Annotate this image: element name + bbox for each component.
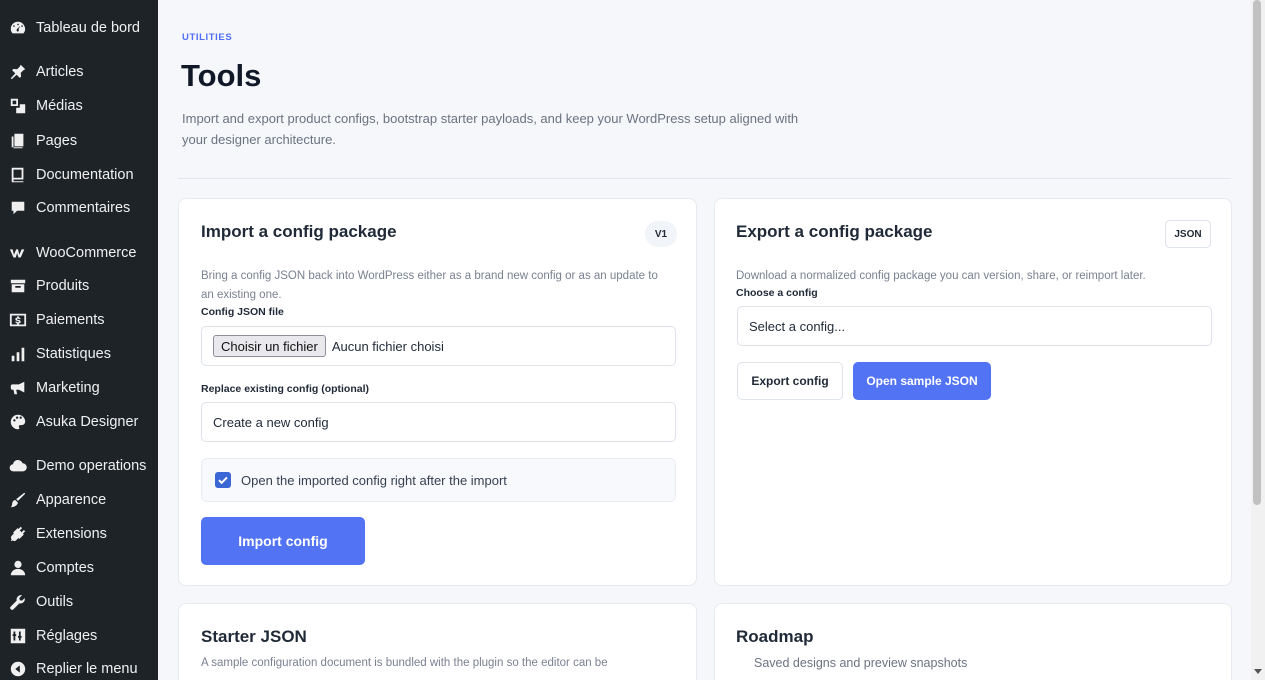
archive-icon: [8, 276, 28, 296]
config-file-input[interactable]: Choisir un fichier Aucun fichier choisi: [201, 326, 676, 366]
import-config-card: Import a config package V1 Bring a confi…: [178, 198, 697, 586]
palette-icon: [8, 412, 28, 432]
header-divider: [178, 178, 1231, 179]
dashboard-icon: [8, 18, 28, 38]
sidebar-item-comptes[interactable]: Comptes: [0, 553, 158, 583]
cloud-icon: [8, 456, 28, 476]
sidebar-item-label: Tableau de bord: [36, 20, 140, 36]
sidebar-item-demo-operations[interactable]: Demo operations: [0, 451, 158, 481]
choose-config-value: Select a config...: [749, 318, 846, 334]
sidebar-item-documentation[interactable]: Documentation: [0, 160, 158, 190]
bar-chart-icon: [8, 344, 28, 364]
open-after-import-label: Open the imported config right after the…: [241, 472, 507, 488]
sidebar-item-produits[interactable]: Produits: [0, 271, 158, 301]
woocommerce-icon: [8, 243, 28, 263]
sidebar-item-label: Demo operations: [36, 458, 147, 474]
starter-json-card: Starter JSON A sample configuration docu…: [178, 603, 697, 680]
card-title: Roadmap: [736, 627, 814, 646]
sidebar-item-reglages[interactable]: Réglages: [0, 621, 158, 651]
format-badge: JSON: [1165, 220, 1211, 248]
sidebar-item-paiements[interactable]: Paiements: [0, 305, 158, 335]
replace-config-label: Replace existing config (optional): [201, 383, 370, 395]
sidebar-item-commentaires[interactable]: Commentaires: [0, 193, 158, 223]
open-sample-json-button[interactable]: Open sample JSON: [853, 362, 991, 400]
pin-icon: [8, 62, 28, 82]
sidebar-item-woocommerce[interactable]: WooCommerce: [0, 238, 158, 268]
sidebar-item-label: Documentation: [36, 167, 134, 183]
user-icon: [8, 558, 28, 578]
sidebar-item-asuka-designer[interactable]: Asuka Designer: [0, 407, 158, 437]
sidebar-item-pages[interactable]: Pages: [0, 126, 158, 156]
replace-config-value: Create a new config: [213, 414, 329, 430]
roadmap-card: Roadmap Saved designs and preview snapsh…: [714, 603, 1232, 680]
sidebar-item-label: Articles: [36, 64, 84, 80]
sidebar-item-label: Marketing: [36, 380, 100, 396]
collapse-menu-button[interactable]: Replier le menu: [0, 654, 158, 680]
scroll-down-arrow-icon[interactable]: [1254, 669, 1262, 674]
sidebar-item-label: Apparence: [36, 492, 107, 508]
brush-icon: [8, 490, 28, 510]
open-after-import-option[interactable]: Open the imported config right after the…: [201, 458, 676, 502]
version-badge: V1: [645, 221, 677, 247]
sidebar-item-apparence[interactable]: Apparence: [0, 485, 158, 515]
admin-sidebar: Tableau de bord Articles Médias Pages Do…: [0, 0, 158, 680]
sidebar-item-marketing[interactable]: Marketing: [0, 373, 158, 403]
sidebar-item-label: Asuka Designer: [36, 414, 139, 430]
main-content: UTILITIES Tools Import and export produc…: [158, 0, 1251, 680]
book-icon: [8, 165, 28, 185]
sidebar-item-outils[interactable]: Outils: [0, 587, 158, 617]
card-title: Starter JSON: [201, 627, 307, 646]
sidebar-item-label: Commentaires: [36, 200, 131, 216]
media-icon: [8, 96, 28, 116]
sidebar-item-extensions[interactable]: Extensions: [0, 519, 158, 549]
sidebar-item-articles[interactable]: Articles: [0, 57, 158, 87]
sidebar-item-label: Paiements: [36, 312, 105, 328]
plug-icon: [8, 524, 28, 544]
choose-config-label: Choose a config: [736, 287, 818, 299]
export-config-card: Export a config package JSON Download a …: [714, 198, 1232, 586]
sidebar-item-dashboard[interactable]: Tableau de bord: [0, 13, 158, 43]
sidebar-item-label: Produits: [36, 278, 90, 294]
open-after-import-checkbox[interactable]: [215, 472, 231, 488]
choose-file-button[interactable]: Choisir un fichier: [213, 335, 326, 357]
export-config-button[interactable]: Export config: [737, 362, 843, 400]
sidebar-item-label: Replier le menu: [36, 661, 138, 677]
card-description: A sample configuration document is bundl…: [201, 657, 608, 669]
sidebar-item-label: Comptes: [36, 560, 95, 576]
page-description: Import and export product configs, boots…: [182, 111, 799, 147]
sidebar-item-label: Outils: [36, 594, 74, 610]
wrench-icon: [8, 592, 28, 612]
page-title: Tools: [181, 58, 262, 93]
sidebar-item-statistiques[interactable]: Statistiques: [0, 339, 158, 369]
card-title: Import a config package: [201, 222, 397, 241]
sidebar-item-label: Statistiques: [36, 346, 111, 362]
settings-sliders-icon: [8, 626, 28, 646]
vertical-scrollbar[interactable]: [1251, 0, 1265, 680]
sidebar-item-label: WooCommerce: [36, 245, 137, 261]
pages-icon: [8, 131, 28, 151]
sidebar-item-label: Réglages: [36, 628, 98, 644]
megaphone-icon: [8, 378, 28, 398]
card-description: Download a normalized config package you…: [736, 270, 1146, 282]
import-config-button[interactable]: Import config: [201, 517, 365, 565]
dollar-icon: [8, 310, 28, 330]
check-icon: [218, 476, 228, 485]
comment-icon: [8, 198, 28, 218]
card-title: Export a config package: [736, 222, 933, 241]
page-eyebrow: UTILITIES: [182, 32, 233, 43]
sidebar-item-label: Pages: [36, 133, 78, 149]
card-description: Bring a config JSON back into WordPress …: [201, 270, 658, 301]
config-file-label: Config JSON file: [201, 306, 284, 318]
replace-config-select[interactable]: Create a new config: [201, 402, 676, 442]
roadmap-item: Saved designs and preview snapshots: [754, 656, 968, 670]
file-status: Aucun fichier choisi: [331, 338, 444, 354]
choose-config-select[interactable]: Select a config...: [737, 306, 1212, 346]
sidebar-item-label: Médias: [36, 98, 83, 114]
sidebar-item-medias[interactable]: Médias: [0, 91, 158, 121]
sidebar-item-label: Extensions: [36, 526, 107, 542]
collapse-icon: [8, 659, 28, 679]
scrollbar-thumb[interactable]: [1253, 0, 1261, 505]
